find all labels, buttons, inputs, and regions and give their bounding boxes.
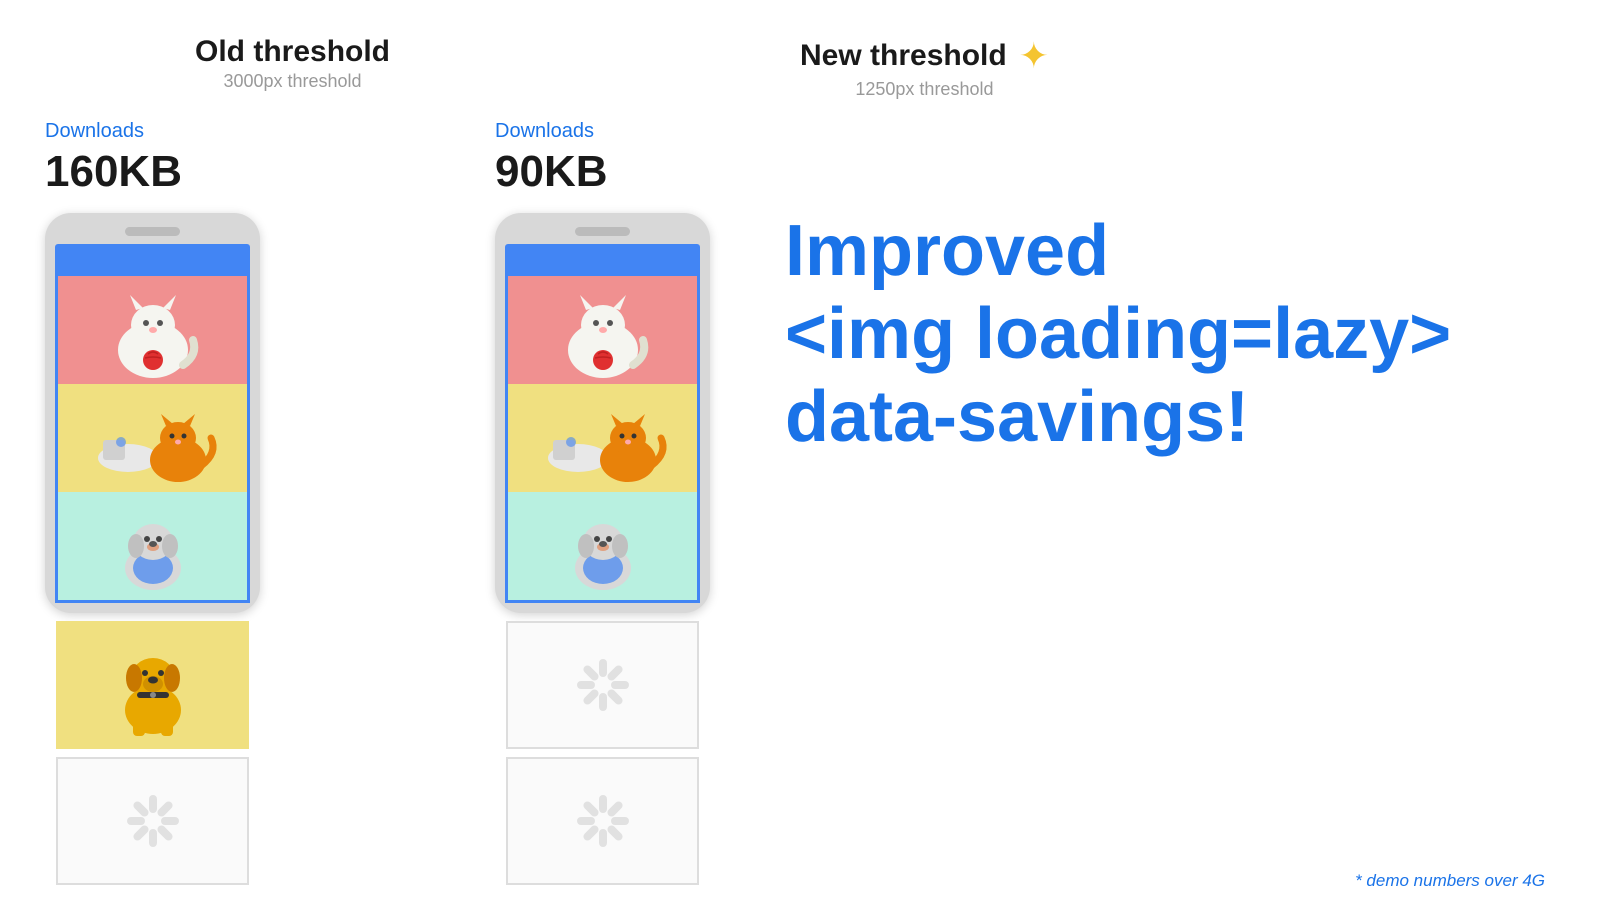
new-threshold-column: Downloads 90KB <box>495 120 725 885</box>
phone-notch <box>125 227 180 236</box>
new-phone-img-orange-cat <box>508 384 697 492</box>
old-phone-frame <box>45 213 260 613</box>
old-slot-yellow-dog <box>56 621 249 749</box>
new-slot-loading-1 <box>506 621 699 749</box>
old-threshold-subtitle: 3000px threshold <box>195 71 390 92</box>
demo-note: * demo numbers over 4G <box>1355 871 1545 891</box>
new-threshold-header: New threshold ✦ 1250px threshold <box>800 35 1049 100</box>
old-threshold-header: Old threshold 3000px threshold <box>195 35 390 100</box>
old-downloads-size: 160KB <box>45 147 182 197</box>
new-phone-img-cat <box>508 276 697 384</box>
new-downloads-label: Downloads <box>495 120 594 143</box>
improved-section: Improved <img loading=lazy> data-savings… <box>725 120 1540 458</box>
new-phone-notch <box>575 227 630 236</box>
old-threshold-column: Downloads 160KB <box>45 120 275 885</box>
new-threshold-title: New threshold <box>800 39 1007 73</box>
phone-img-cat <box>58 276 247 384</box>
new-threshold-subtitle: 1250px threshold <box>855 79 993 100</box>
old-slot-loading <box>56 757 249 885</box>
new-browser-bar <box>505 244 700 276</box>
old-threshold-title: Old threshold <box>195 35 390 69</box>
new-phone-frame <box>495 213 710 613</box>
phone-img-orange-cat <box>58 384 247 492</box>
old-downloads-label: Downloads <box>45 120 144 143</box>
new-phone-img-dog-blue <box>508 492 697 600</box>
phone-img-dog-blue <box>58 492 247 600</box>
new-downloads-size: 90KB <box>495 147 608 197</box>
browser-bar <box>55 244 250 276</box>
sparkle-icon: ✦ <box>1019 35 1049 77</box>
improved-heading: Improved <img loading=lazy> data-savings… <box>785 210 1540 458</box>
new-slot-loading-2 <box>506 757 699 885</box>
